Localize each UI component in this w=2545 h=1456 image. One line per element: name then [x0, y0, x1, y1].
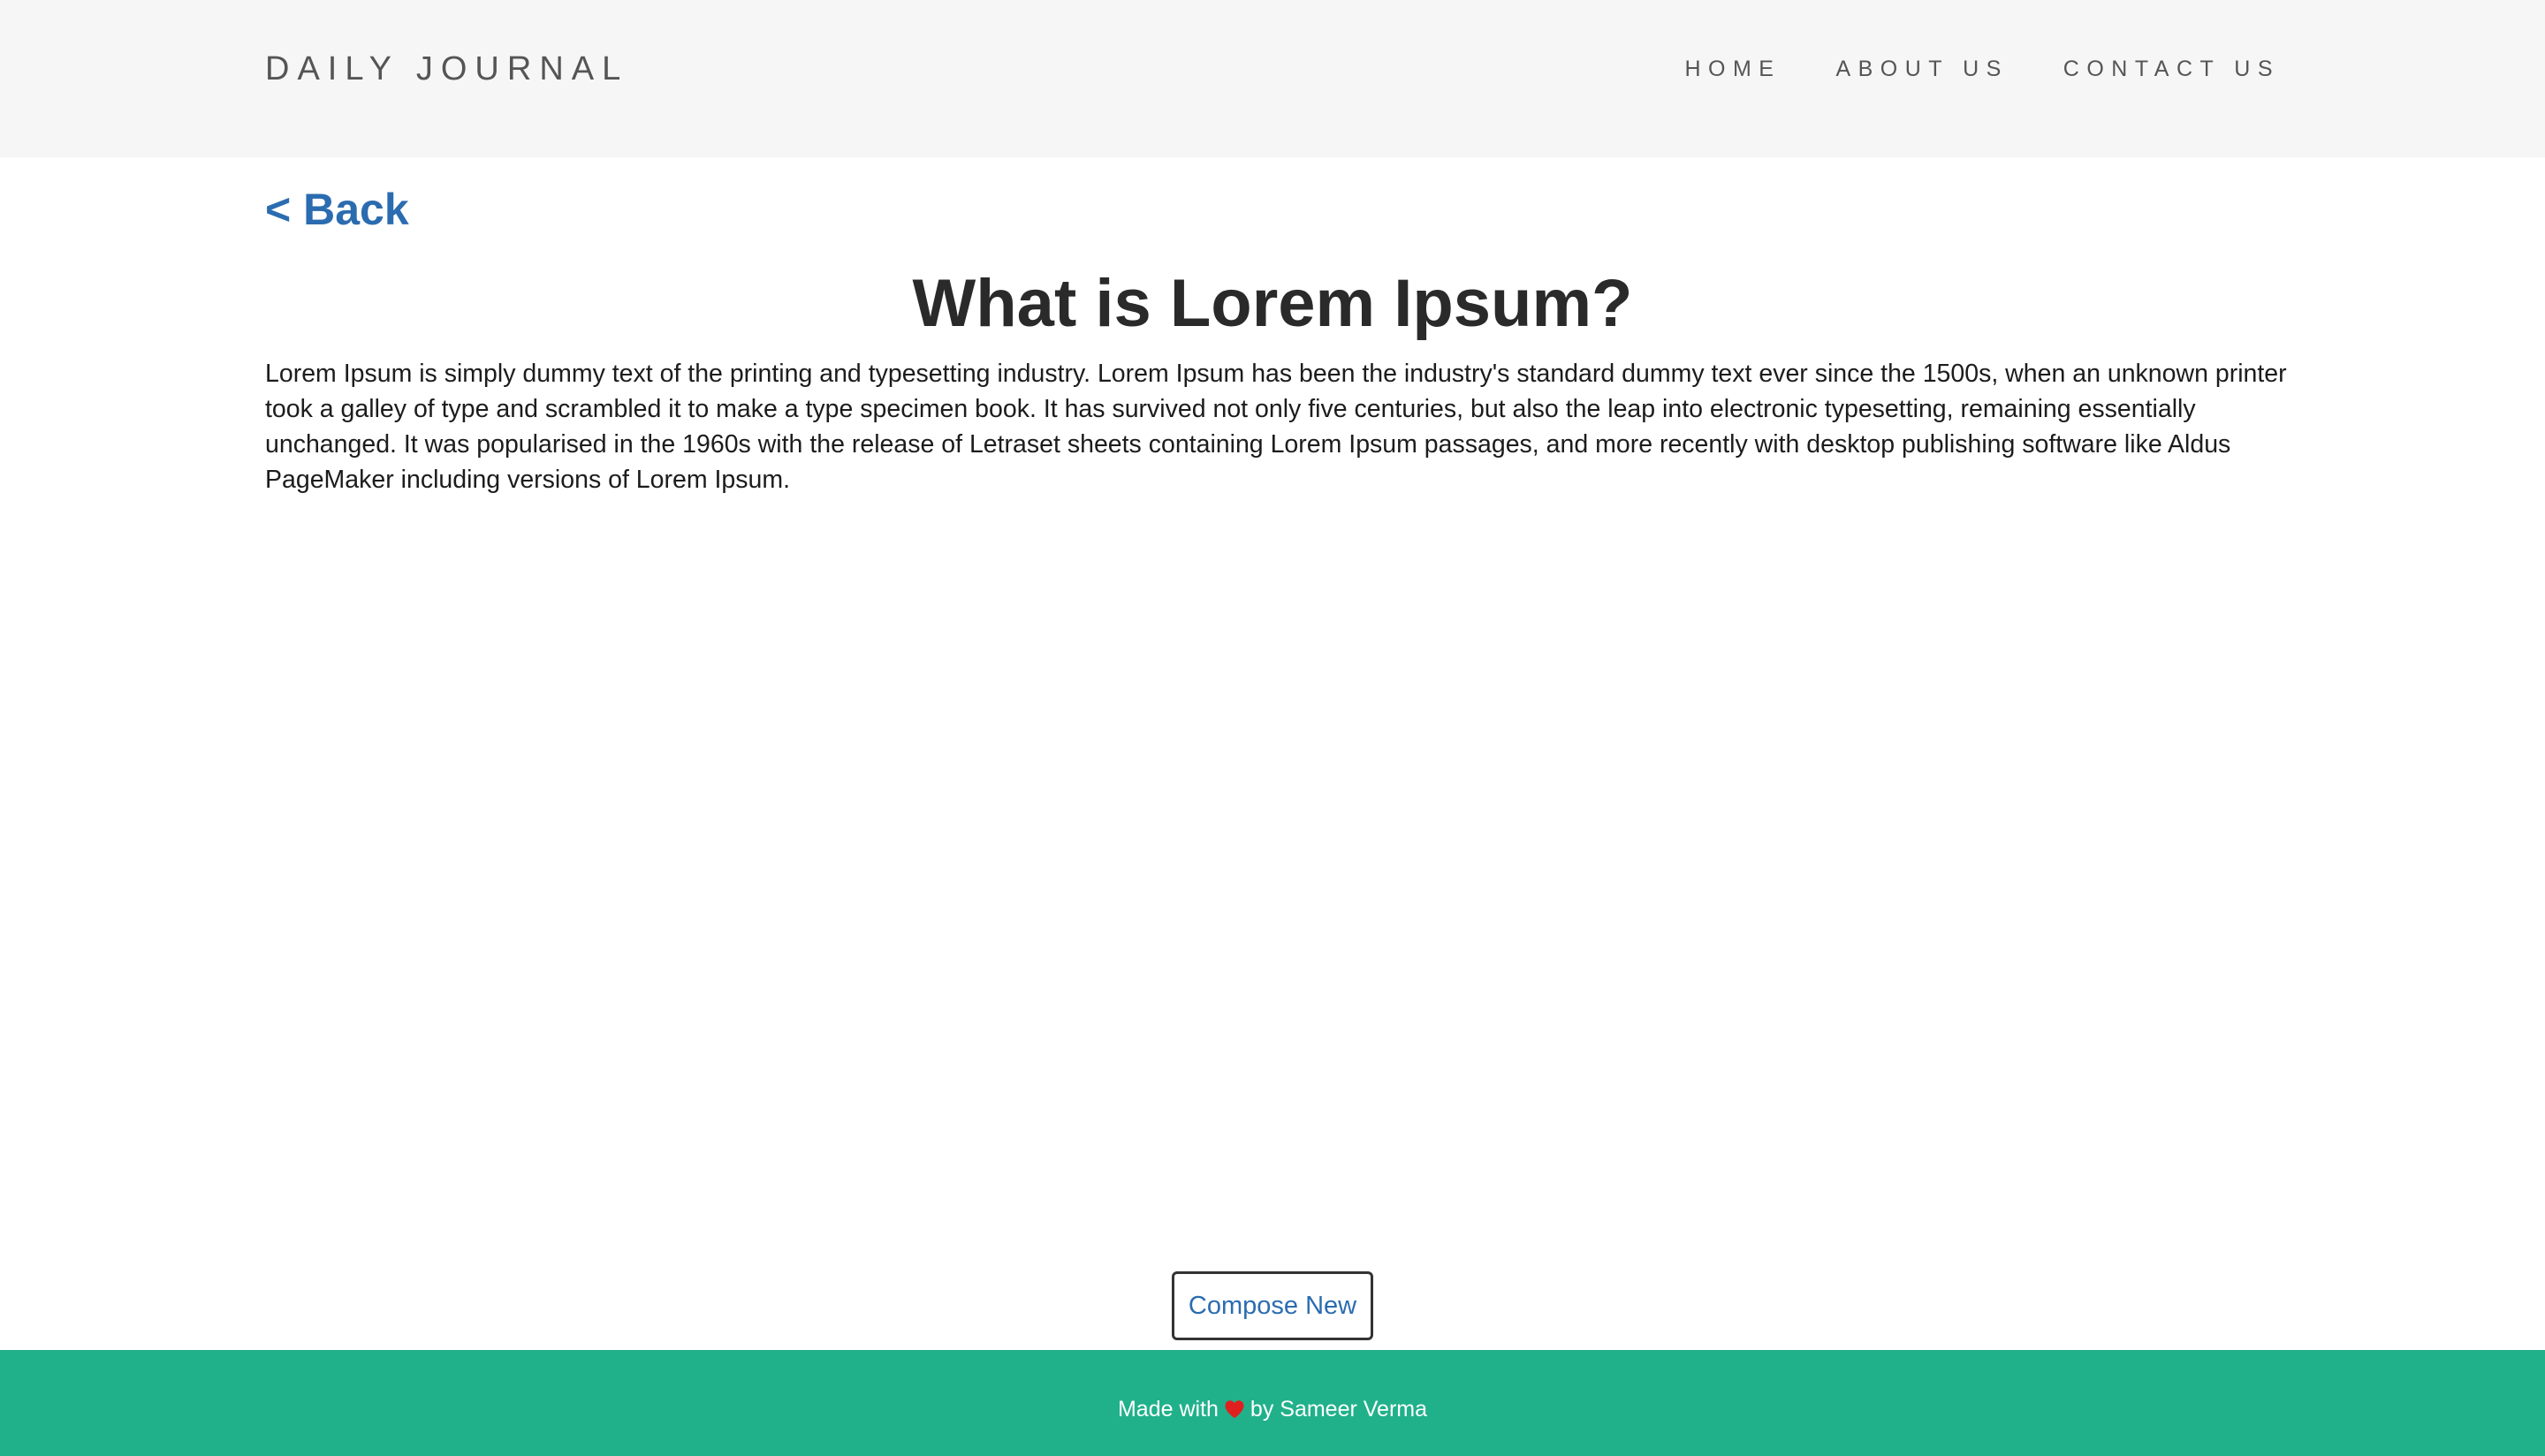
post-title: What is Lorem Ipsum? [912, 266, 1633, 341]
back-link[interactable]: < Back [265, 183, 409, 236]
footer: Made with by Sameer Verma [0, 1350, 2545, 1456]
nav-about-us-link[interactable]: ABOUT US [1835, 56, 2008, 82]
nav-contact-us-link[interactable]: CONTACT US [2063, 56, 2280, 82]
compose-new-button[interactable]: Compose New [1172, 1271, 1373, 1340]
nav-home-link[interactable]: HOME [1684, 56, 1781, 82]
footer-suffix: by Sameer Verma [1250, 1397, 1428, 1422]
post-body: Lorem Ipsum is simply dummy text of the … [265, 360, 2287, 494]
main-nav: HOME ABOUT US CONTACT US [1684, 56, 2280, 82]
footer-prefix: Made with [1117, 1397, 1219, 1422]
heart-icon [1225, 1400, 1244, 1418]
navbar: DAILY JOURNAL HOME ABOUT US CONTACT US [0, 0, 2545, 157]
brand-logo-link[interactable]: DAILY JOURNAL [265, 49, 628, 88]
page: DAILY JOURNAL HOME ABOUT US CONTACT US <… [0, 0, 2545, 1456]
